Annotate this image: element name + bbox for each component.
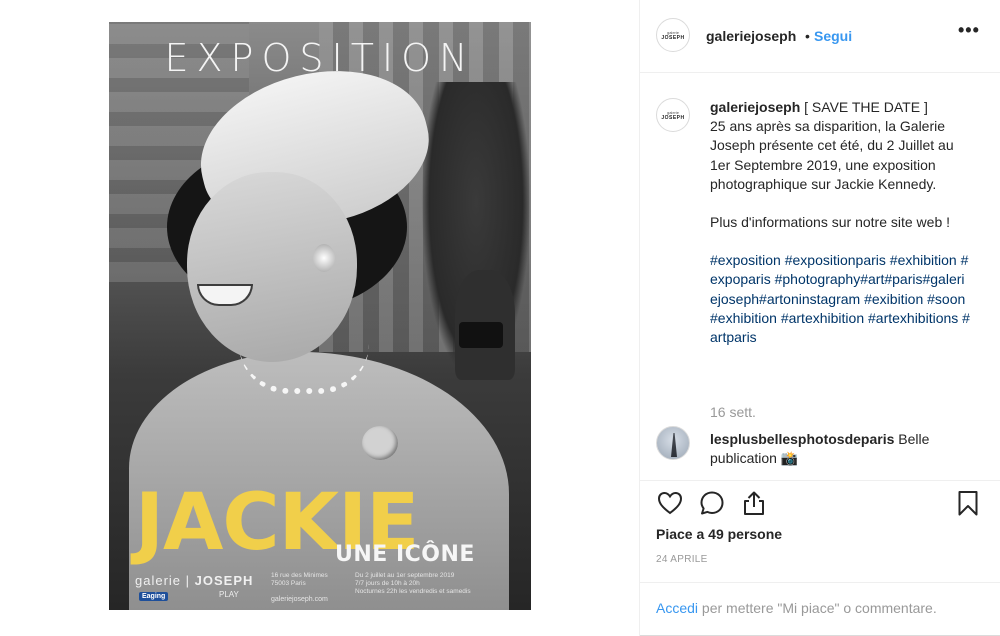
like-count[interactable]: Piace a 49 persone [656, 526, 782, 542]
address-line: 75003 Paris [271, 580, 306, 587]
commenter-username[interactable]: lesplusbellesphotosdeparis [710, 431, 894, 447]
poster-gallery-name: galerie | JOSEPH [135, 573, 253, 588]
login-prompt-text: Accedi per mettere "Mi piace" o commenta… [656, 600, 937, 616]
login-prompt-rest: per mettere "Mi piace" o commentare. [698, 600, 937, 616]
dates-line: 7/7 jours de 10h à 20h [355, 580, 420, 587]
post-date[interactable]: 24 APRILE [656, 554, 708, 565]
action-icons-row [654, 487, 984, 517]
gallery-separator: | [185, 573, 191, 588]
dates-line: Du 2 juillet au 1er septembre 2019 [355, 572, 455, 579]
avatar-text-bottom: JOSEPH [661, 34, 685, 41]
separator-dot: • [805, 28, 810, 44]
poster-website: galeriejoseph.com [271, 596, 328, 603]
poster-subheadline: UNE ICÔNE [335, 542, 475, 567]
comments-section[interactable]: galerie JOSEPH galeriejoseph [ SAVE THE … [640, 74, 1000, 480]
instagram-post: EXPOSITION JACKIE UNE ICÔNE galerie | JO… [0, 0, 1000, 636]
earring [313, 244, 335, 272]
poster-address: 16 rue des Minimes 75003 Paris [271, 572, 341, 588]
caption-more-info: Plus d'informations sur notre site web ! [710, 214, 951, 231]
post-caption: galeriejoseph [ SAVE THE DATE ] 25 ans a… [710, 98, 972, 347]
eiffel-tower-icon [671, 433, 677, 457]
caption-body: 25 ans après sa disparition, la Galerie … [710, 118, 954, 192]
gallery-prefix: galerie [135, 573, 182, 588]
suit-button [362, 426, 398, 460]
poster-title: EXPOSITION [164, 36, 476, 80]
caption-timestamp[interactable]: 16 sett. [710, 404, 756, 420]
follow-button[interactable]: Segui [814, 28, 852, 44]
poster-dates: Du 2 juillet au 1er septembre 2019 7/7 j… [355, 572, 505, 596]
caption-first-line: [ SAVE THE DATE ] [804, 99, 928, 115]
author-username[interactable]: galeriejoseph [706, 28, 796, 44]
post-sidebar: galerie JOSEPH galeriejoseph • Segui •••… [640, 0, 1000, 636]
bookmark-icon[interactable] [954, 489, 982, 517]
post-actions: Piace a 49 persone 24 APRILE Accedi per … [640, 480, 1000, 636]
exhibition-poster-image[interactable]: EXPOSITION JACKIE UNE ICÔNE galerie | JO… [109, 22, 531, 610]
sponsor-logo: Eaging [139, 592, 169, 601]
comment-icon[interactable] [698, 489, 726, 517]
caption-username[interactable]: galeriejoseph [710, 99, 800, 115]
avatar-text-bottom: JOSEPH [661, 114, 685, 121]
commenter-avatar[interactable] [656, 426, 690, 460]
gallery-name: JOSEPH [194, 573, 254, 588]
post-header: galerie JOSEPH galeriejoseph • Segui ••• [640, 0, 1000, 73]
heart-icon[interactable] [656, 489, 684, 517]
sponsor-logo: PLAY [219, 590, 239, 599]
comment-text: lesplusbellesphotosdeparis Belle publica… [710, 430, 972, 468]
login-prompt: Accedi per mettere "Mi piace" o commenta… [640, 582, 1000, 636]
address-line: 16 rue des Minimes [271, 572, 328, 579]
more-options-icon[interactable]: ••• [958, 20, 980, 41]
dates-line: Nocturnes 22h les vendredis et samedis [355, 588, 471, 595]
share-icon[interactable] [740, 489, 768, 517]
post-media: EXPOSITION JACKIE UNE ICÔNE galerie | JO… [0, 0, 640, 636]
caption-hashtags[interactable]: #exposition #expositionparis #exhibition… [710, 251, 972, 347]
login-link[interactable]: Accedi [656, 600, 698, 616]
camera-shape [459, 322, 503, 348]
avatar[interactable]: galerie JOSEPH [656, 18, 690, 52]
avatar[interactable]: galerie JOSEPH [656, 98, 690, 132]
